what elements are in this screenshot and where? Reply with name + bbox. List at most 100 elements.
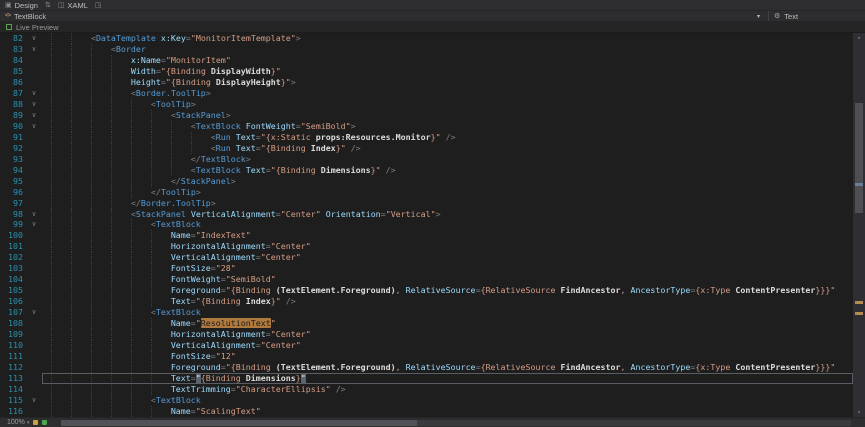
fold-chevron-icon[interactable]: ∨ <box>26 99 42 110</box>
fold-chevron-icon[interactable]: ∨ <box>26 219 42 230</box>
property-combo-value: Text <box>784 12 798 21</box>
element-combo[interactable]: <> TextBlock ▾ <box>0 11 769 21</box>
zoom-control[interactable]: 100% ▾ <box>7 419 29 426</box>
code-line[interactable]: 106 Text="{Binding Index}" /> <box>0 296 853 307</box>
fold-chevron-icon[interactable]: ∨ <box>26 395 42 406</box>
code-line[interactable]: 115∨<TextBlock <box>0 395 853 406</box>
line-number: 106 <box>0 296 26 307</box>
code-line[interactable]: 86Height="{Binding DisplayHeight}"> <box>0 77 853 88</box>
code-line-text: VerticalAlignment="Center" <box>42 252 853 263</box>
code-line-text: <Run Text="{Binding Index}" /> <box>42 143 853 154</box>
zoom-value: 100% <box>7 419 25 426</box>
code-line[interactable]: 83∨<Border <box>0 44 853 55</box>
code-line[interactable]: 92 <Run Text="{Binding Index}" /> <box>0 143 853 154</box>
code-line-text: <TextBlock FontWeight="SemiBold"> <box>42 121 853 132</box>
code-line[interactable]: 90∨<TextBlock FontWeight="SemiBold"> <box>0 121 853 132</box>
code-line-text: </Border.ToolTip> <box>42 198 853 209</box>
fold-margin <box>26 132 42 143</box>
code-line[interactable]: 110VerticalAlignment="Center" <box>0 340 853 351</box>
code-line[interactable]: 88∨<ToolTip> <box>0 99 853 110</box>
code-line[interactable]: 82∨<DataTemplate x:Key="MonitorItemTempl… <box>0 33 853 44</box>
fold-chevron-icon[interactable]: ∨ <box>26 307 42 318</box>
code-line[interactable]: 96</ToolTip> <box>0 187 853 198</box>
line-number: 89 <box>0 110 26 121</box>
line-number: 92 <box>0 143 26 154</box>
scroll-down-icon[interactable]: ▾ <box>853 409 865 416</box>
line-number: 107 <box>0 307 26 318</box>
code-line[interactable]: 99∨<TextBlock <box>0 219 853 230</box>
code-line[interactable]: 85Width="{Binding DisplayWidth}" <box>0 66 853 77</box>
code-line[interactable]: 102 VerticalAlignment="Center" <box>0 252 853 263</box>
code-line[interactable]: 98∨<StackPanel VerticalAlignment="Center… <box>0 209 853 220</box>
code-line-text: FontSize="28" <box>42 263 853 274</box>
code-line[interactable]: 103FontSize="28" <box>0 263 853 274</box>
code-line[interactable]: 87∨<Border.ToolTip> <box>0 88 853 99</box>
code-line[interactable]: 105 Foreground="{Binding (TextElement.For… <box>0 285 853 296</box>
code-line-text: <StackPanel> <box>42 110 853 121</box>
line-number: 102 <box>0 252 26 263</box>
code-line-text: Foreground="{Binding (TextElement.Foregr… <box>42 285 853 296</box>
code-line[interactable]: 109HorizontalAlignment="Center" <box>0 329 853 340</box>
scroll-up-icon[interactable]: ▴ <box>853 34 865 41</box>
fold-margin <box>26 230 42 241</box>
line-number: 90 <box>0 121 26 132</box>
line-number: 110 <box>0 340 26 351</box>
code-line[interactable]: 97</Border.ToolTip> <box>0 198 853 209</box>
code-line[interactable]: 108Name="ResolutionText" <box>0 318 853 329</box>
code-line-text: <Border <box>42 44 853 55</box>
fold-margin <box>26 329 42 340</box>
horizontal-scrollbar[interactable] <box>61 420 851 426</box>
code-line[interactable]: 107∨<TextBlock <box>0 307 853 318</box>
design-tab[interactable]: ▣ Design <box>5 1 38 10</box>
fold-chevron-icon[interactable]: ∨ <box>26 110 42 121</box>
fold-chevron-icon[interactable]: ∨ <box>26 209 42 220</box>
line-number: 114 <box>0 384 26 395</box>
fold-chevron-icon[interactable]: ∨ <box>26 44 42 55</box>
code-line-text: </TextBlock> <box>42 154 853 165</box>
live-preview-icon <box>6 24 12 30</box>
code-line[interactable]: 112Foreground="{Binding (TextElement.For… <box>0 362 853 373</box>
fold-margin <box>26 373 42 384</box>
code-line[interactable]: 93</TextBlock> <box>0 154 853 165</box>
popout-pane-icon[interactable]: ◳ <box>95 2 102 9</box>
view-switcher-bar: ▣ Design ⇅ ◫ XAML ◳ <box>0 0 865 11</box>
code-line-text: <StackPanel VerticalAlignment="Center" O… <box>42 209 853 220</box>
code-line[interactable]: 113Text="{Binding Dimensions}" <box>0 373 853 384</box>
scrollbar-thumb[interactable] <box>855 103 863 213</box>
fold-margin <box>26 296 42 307</box>
code-line[interactable]: 104FontWeight="SemiBold" <box>0 274 853 285</box>
scrollbar-mark <box>855 312 863 315</box>
code-lines: 82∨<DataTemplate x:Key="MonitorItemTempl… <box>0 33 853 417</box>
fold-chevron-icon[interactable]: ∨ <box>26 33 42 44</box>
line-number: 94 <box>0 165 26 176</box>
horizontal-scrollbar-thumb[interactable] <box>61 420 416 426</box>
fold-margin <box>26 143 42 154</box>
code-line[interactable]: 95</StackPanel> <box>0 176 853 187</box>
line-number: 105 <box>0 285 26 296</box>
code-line[interactable]: 100 Name="IndexText" <box>0 230 853 241</box>
vertical-scrollbar[interactable]: ▴ ▾ <box>853 33 865 417</box>
property-combo[interactable]: ⚙ Text <box>769 11 865 21</box>
code-line-text: Foreground="{Binding (TextElement.Foregr… <box>42 362 853 373</box>
code-line[interactable]: 94<TextBlock Text="{Binding Dimensions}"… <box>0 165 853 176</box>
fold-margin <box>26 384 42 395</box>
code-editor[interactable]: 82∨<DataTemplate x:Key="MonitorItemTempl… <box>0 33 865 417</box>
code-line[interactable]: 89∨<StackPanel> <box>0 110 853 121</box>
code-line-text: Name="IndexText" <box>42 230 853 241</box>
code-line[interactable]: 84x:Name="MonitorItem" <box>0 55 853 66</box>
swap-panes-icon[interactable]: ⇅ <box>45 2 51 9</box>
code-line[interactable]: 114 TextTrimming="CharacterEllipsis" /> <box>0 384 853 395</box>
modified-indicator-icon <box>33 420 38 425</box>
code-line[interactable]: 111FontSize="12" <box>0 351 853 362</box>
line-number: 100 <box>0 230 26 241</box>
line-number: 84 <box>0 55 26 66</box>
chevron-down-icon[interactable]: ▾ <box>757 13 763 20</box>
xaml-tab[interactable]: ◫ XAML <box>58 1 88 10</box>
code-line-text: TextTrimming="CharacterEllipsis" /> <box>42 384 853 395</box>
code-line-text: Text="{Binding Index}" /> <box>42 296 853 307</box>
code-line[interactable]: 91<Run Text="{x:Static props:Resources.M… <box>0 132 853 143</box>
fold-chevron-icon[interactable]: ∨ <box>26 88 42 99</box>
code-line[interactable]: 101HorizontalAlignment="Center" <box>0 241 853 252</box>
fold-chevron-icon[interactable]: ∨ <box>26 121 42 132</box>
code-line[interactable]: 116Name="ScalingText" <box>0 406 853 417</box>
